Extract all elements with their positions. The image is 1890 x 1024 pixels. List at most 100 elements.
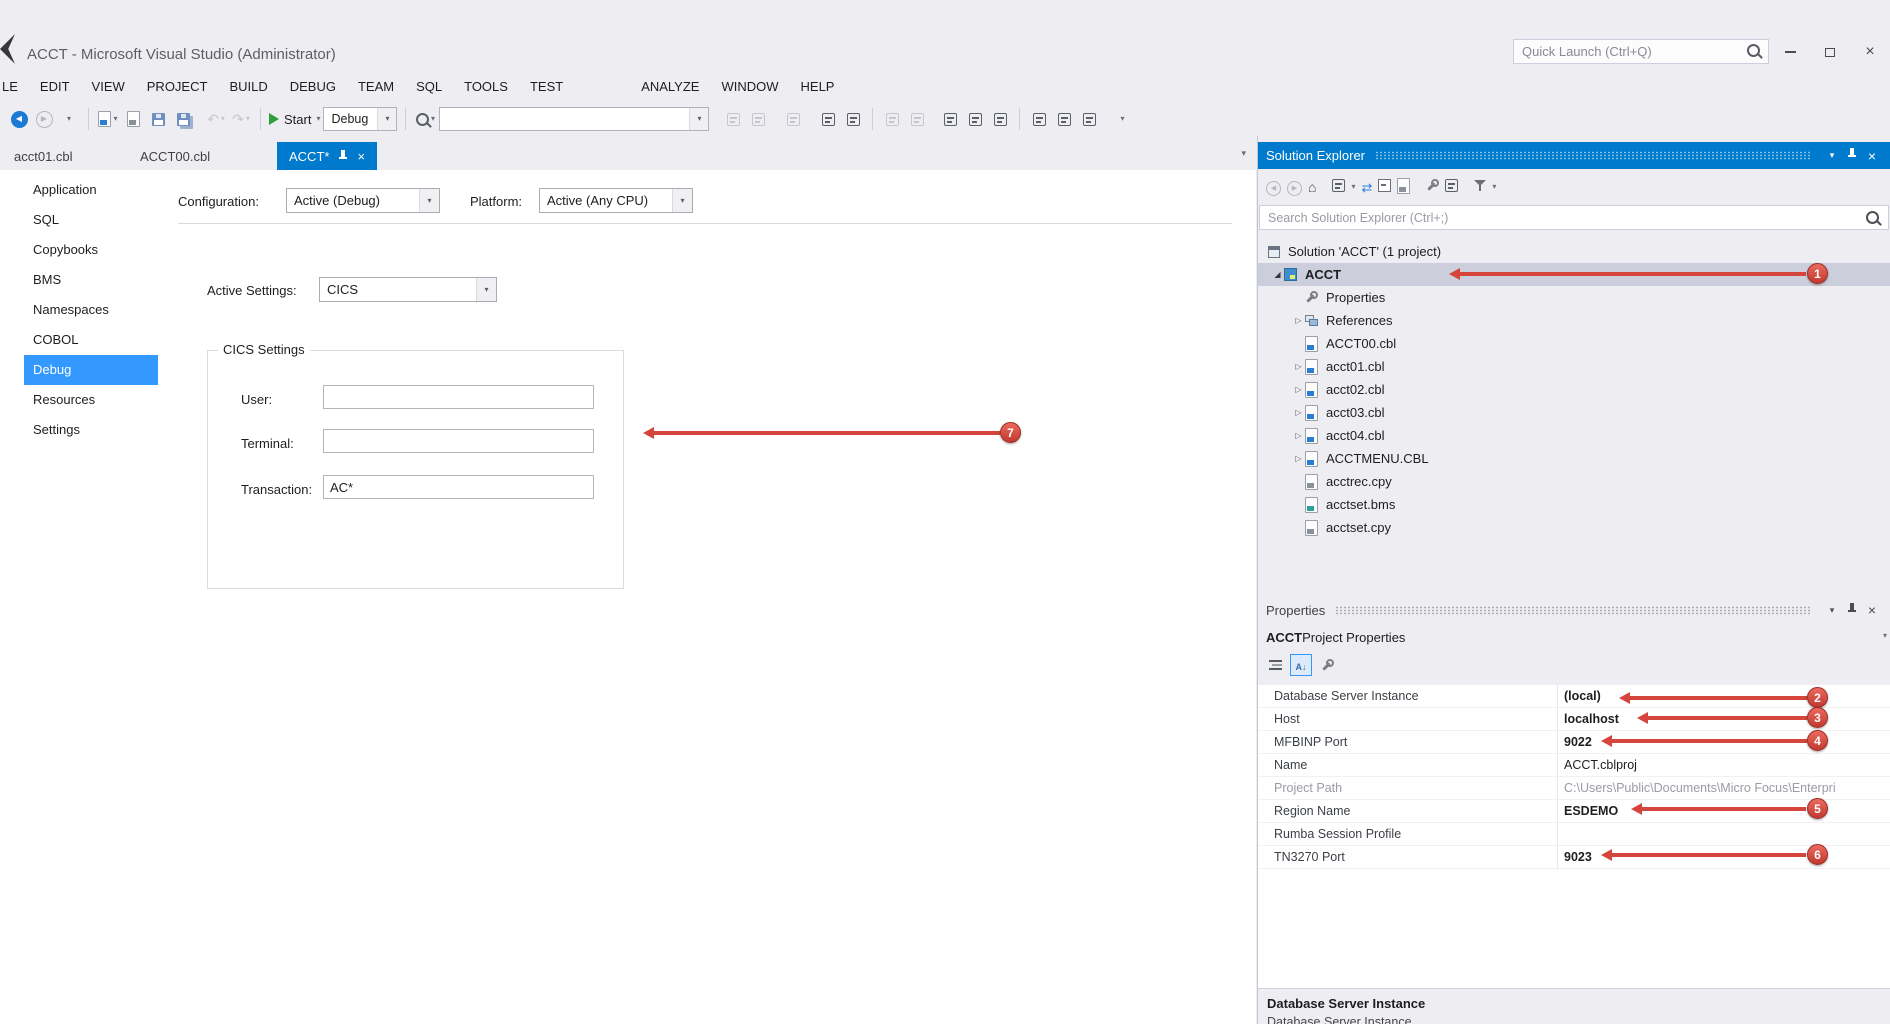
filter-dropdown-icon[interactable] — [1492, 183, 1496, 191]
solution-explorer-search[interactable] — [1259, 205, 1889, 230]
scope-icon[interactable] — [1332, 179, 1345, 195]
pin-icon[interactable] — [338, 150, 348, 162]
chevron-down-icon[interactable] — [377, 108, 396, 130]
close-button[interactable] — [1853, 38, 1887, 66]
transaction-input[interactable] — [324, 476, 593, 498]
tab-overflow-dropdown-icon[interactable] — [1241, 149, 1246, 158]
save-all-icon[interactable] — [172, 107, 194, 131]
property-value[interactable]: ACCT.cblproj — [1564, 754, 1888, 776]
save-icon[interactable] — [147, 107, 169, 131]
back-icon[interactable] — [1266, 178, 1281, 196]
solution-configurations-combo[interactable]: Debug — [323, 107, 397, 131]
chevron-down-icon[interactable] — [672, 189, 692, 212]
expander-collapsed-icon[interactable] — [1292, 409, 1305, 417]
expander-collapsed-icon[interactable] — [1292, 455, 1305, 463]
nav-item-settings[interactable]: Settings — [24, 415, 158, 445]
nav-item-resources[interactable]: Resources — [24, 385, 158, 415]
chevron-down-icon[interactable] — [476, 278, 496, 301]
expander-collapsed-icon[interactable] — [1292, 386, 1305, 394]
categorized-icon[interactable] — [1264, 654, 1286, 676]
chevron-down-icon[interactable] — [1883, 632, 1887, 640]
window-split-icon[interactable] — [1028, 107, 1050, 131]
tree-row-references[interactable]: References — [1258, 309, 1890, 332]
drag-grip[interactable] — [1335, 606, 1812, 615]
nav-item-application[interactable]: Application — [24, 175, 158, 205]
close-tab-icon[interactable] — [357, 150, 365, 163]
search-icon[interactable] — [1866, 211, 1879, 224]
home-icon[interactable] — [1308, 180, 1316, 194]
pin-icon[interactable] — [1842, 148, 1862, 163]
nav-item-sql[interactable]: SQL — [24, 205, 158, 235]
add-item-icon[interactable] — [122, 107, 144, 131]
menu-file[interactable]: LE — [0, 79, 29, 94]
search-icon[interactable] — [1747, 44, 1760, 60]
property-pages-icon[interactable] — [1316, 654, 1338, 676]
expander-collapsed-icon[interactable] — [1292, 317, 1305, 325]
tab-acct01[interactable]: acct01.cbl — [2, 142, 85, 170]
sync-with-active-document-icon[interactable] — [1361, 181, 1372, 194]
forward-icon[interactable] — [1287, 178, 1302, 196]
menu-help[interactable]: HELP — [790, 79, 846, 94]
expander-collapsed-icon[interactable] — [1292, 363, 1305, 371]
tree-row-acctrec[interactable]: acctrec.cpy — [1258, 470, 1890, 493]
pin-icon[interactable] — [1842, 603, 1862, 618]
platform-combo[interactable]: Active (Any CPU) — [539, 188, 693, 213]
transaction-field[interactable] — [323, 475, 594, 499]
menu-sql[interactable]: SQL — [405, 79, 453, 94]
menu-view[interactable]: VIEW — [81, 79, 136, 94]
menu-team[interactable]: TEAM — [347, 79, 405, 94]
toggle-bookmark-icon[interactable] — [817, 107, 839, 131]
window-position-dropdown-icon[interactable] — [1822, 606, 1842, 615]
close-panel-icon[interactable] — [1862, 603, 1882, 617]
properties-icon[interactable] — [1426, 179, 1439, 195]
tab-acct-properties[interactable]: ACCT* — [277, 142, 377, 170]
property-value[interactable]: ESDEMO — [1564, 800, 1888, 822]
properties-object-selector[interactable]: ACCT Project Properties — [1258, 627, 1890, 648]
user-input[interactable] — [324, 386, 593, 408]
menu-edit[interactable]: EDIT — [29, 79, 81, 94]
tree-row-acct03[interactable]: acct03.cbl — [1258, 401, 1890, 424]
menu-project[interactable]: PROJECT — [136, 79, 219, 94]
start-debugging-button[interactable]: Start — [269, 107, 320, 131]
nav-item-debug[interactable]: Debug — [24, 355, 158, 385]
tree-row-acctmenu[interactable]: ACCTMENU.CBL — [1258, 447, 1890, 470]
nav-item-bms[interactable]: BMS — [24, 265, 158, 295]
expander-expanded-icon[interactable] — [1271, 271, 1284, 279]
copy-icon[interactable] — [881, 107, 903, 131]
tree-row-acct00[interactable]: ACCT00.cbl — [1258, 332, 1890, 355]
window-position-dropdown-icon[interactable] — [1822, 151, 1842, 160]
new-file-icon[interactable] — [97, 107, 119, 131]
nav-item-namespaces[interactable]: Namespaces — [24, 295, 158, 325]
redo-icon[interactable] — [230, 107, 252, 131]
nav-item-copybooks[interactable]: Copybooks — [24, 235, 158, 265]
quick-launch-box[interactable] — [1513, 39, 1769, 64]
tree-row-acct04[interactable]: acct04.cbl — [1258, 424, 1890, 447]
active-settings-combo[interactable]: CICS — [319, 277, 497, 302]
properties-panel-header[interactable]: Properties — [1258, 597, 1890, 623]
drag-grip[interactable] — [1375, 151, 1812, 160]
restore-button[interactable] — [1813, 38, 1847, 66]
navigate-forward-icon[interactable] — [33, 107, 55, 131]
menu-build[interactable]: BUILD — [218, 79, 278, 94]
solution-explorer-header[interactable]: Solution Explorer — [1258, 142, 1890, 169]
find-combo[interactable] — [439, 107, 709, 131]
menu-tools[interactable]: TOOLS — [453, 79, 519, 94]
filter-icon[interactable] — [1474, 180, 1486, 195]
terminal-input[interactable] — [324, 430, 593, 452]
find-icon[interactable] — [414, 107, 436, 131]
show-all-files-icon[interactable] — [1397, 178, 1410, 197]
tree-row-acctset-bms[interactable]: acctset.bms — [1258, 493, 1890, 516]
toolbar-options-dropdown-icon[interactable] — [1111, 107, 1133, 131]
undo-icon[interactable] — [205, 107, 227, 131]
tree-row-acct02[interactable]: acct02.cbl — [1258, 378, 1890, 401]
uncomment-icon[interactable] — [964, 107, 986, 131]
window-float-icon[interactable] — [1053, 107, 1075, 131]
tab-acct00[interactable]: ACCT00.cbl — [128, 142, 222, 170]
navigation-history-dropdown-icon[interactable] — [58, 107, 80, 131]
find-previous-icon[interactable] — [747, 107, 769, 131]
menu-debug[interactable]: DEBUG — [279, 79, 347, 94]
menu-analyze[interactable]: ANALYZE — [630, 79, 710, 94]
alphabetical-icon[interactable] — [1290, 654, 1312, 676]
configuration-combo[interactable]: Active (Debug) — [286, 188, 440, 213]
nav-item-cobol[interactable]: COBOL — [24, 325, 158, 355]
